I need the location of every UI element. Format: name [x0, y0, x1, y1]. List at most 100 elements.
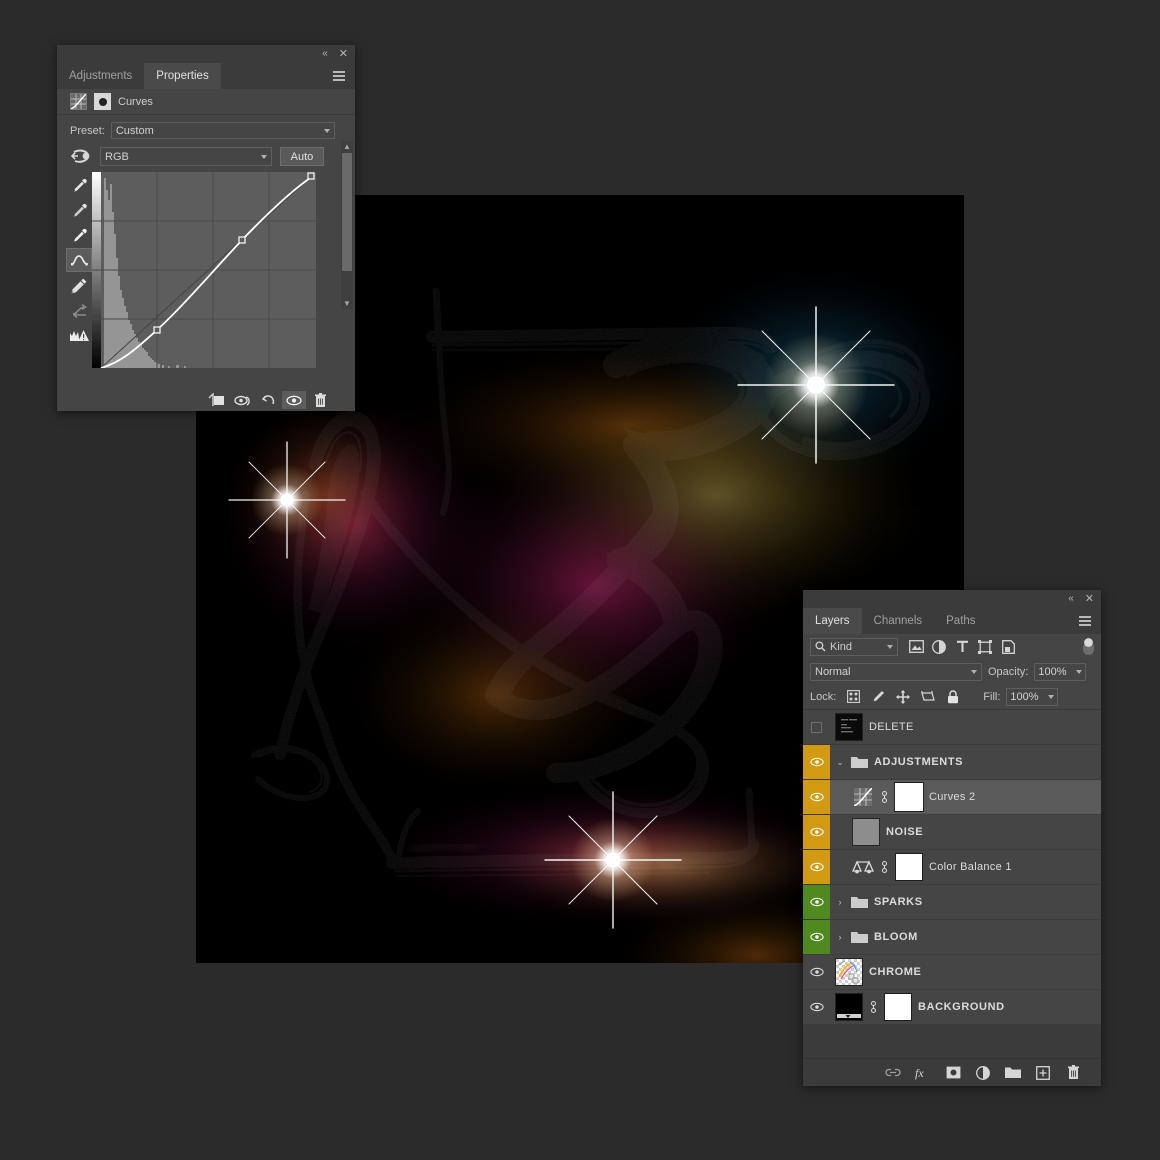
layers-panel-titlebar: « ✕: [803, 590, 1101, 608]
lock-artboard-nesting-icon[interactable]: [920, 689, 936, 705]
properties-scrollbar[interactable]: ▲ ▼: [341, 141, 353, 309]
layer-mask-thumbnail[interactable]: [895, 783, 923, 811]
filter-enable-toggle[interactable]: [1083, 638, 1094, 655]
tab-paths[interactable]: Paths: [934, 608, 987, 634]
new-layer-button[interactable]: [1035, 1065, 1051, 1081]
sample-black-point-eyedropper[interactable]: [66, 173, 92, 197]
delete-layer-button[interactable]: [1065, 1065, 1081, 1081]
eye-icon: [810, 862, 824, 872]
scroll-down-arrow[interactable]: ▼: [341, 299, 353, 308]
group-twisty-expanded[interactable]: ⌄: [835, 757, 845, 768]
filter-kind-select[interactable]: Kind: [810, 638, 898, 656]
add-layer-mask-button[interactable]: [945, 1065, 961, 1081]
pencil-draw-tool[interactable]: [66, 273, 92, 297]
layer-name: BLOOM: [874, 931, 918, 943]
clipping-warning-tool[interactable]: [66, 323, 92, 347]
curves-graph[interactable]: [92, 172, 316, 368]
layer-visibility-toggle[interactable]: [803, 955, 830, 989]
filter-adjustment-layers-icon[interactable]: [931, 639, 947, 655]
scroll-up-arrow[interactable]: ▲: [341, 142, 353, 151]
new-group-button[interactable]: [1005, 1065, 1021, 1081]
curve-point-tool[interactable]: [66, 248, 92, 272]
layer-visibility-toggle[interactable]: [803, 885, 830, 919]
collapse-panel-icon[interactable]: «: [322, 49, 328, 59]
layer-mask-thumbnail[interactable]: [895, 853, 923, 881]
reset-adjustment-button[interactable]: [256, 391, 280, 409]
channel-select[interactable]: RGB: [100, 147, 272, 166]
tab-layers[interactable]: Layers: [803, 608, 862, 634]
layer-thumbnail[interactable]: [835, 958, 863, 986]
layer-content: CHROME: [830, 958, 1101, 986]
toggle-layer-visibility-button[interactable]: [282, 391, 306, 409]
lock-all-icon[interactable]: [945, 689, 961, 705]
layer-style-fx-button[interactable]: fx: [915, 1065, 931, 1081]
layer-thumbnail[interactable]: [835, 713, 863, 741]
filter-shape-layers-icon[interactable]: [977, 639, 993, 655]
blend-mode-select[interactable]: Normal: [810, 663, 982, 681]
layer-content: › SPARKS: [830, 895, 1101, 909]
layer-content: BACKGROUND: [830, 993, 1101, 1021]
group-twisty-collapsed[interactable]: ›: [835, 897, 845, 907]
filter-type-layers-icon[interactable]: [954, 639, 970, 655]
table-row[interactable]: NOISE: [803, 815, 1101, 850]
layer-visibility-toggle[interactable]: [803, 920, 830, 954]
lock-image-pixels-icon[interactable]: [870, 689, 886, 705]
opacity-input[interactable]: 100%: [1034, 663, 1086, 681]
link-mask-icon[interactable]: [880, 859, 889, 875]
table-row[interactable]: CHROME: [803, 955, 1101, 990]
table-row[interactable]: › SPARKS: [803, 885, 1101, 920]
sample-white-point-eyedropper[interactable]: [66, 223, 92, 247]
smooth-curve-tool[interactable]: [66, 298, 92, 322]
tab-adjustments[interactable]: Adjustments: [57, 63, 144, 89]
layers-panel[interactable]: « ✕ Layers Channels Paths Kind: [803, 590, 1101, 1086]
tab-properties[interactable]: Properties: [144, 63, 220, 89]
eye-icon: [810, 1002, 824, 1012]
close-panel-icon[interactable]: ✕: [339, 49, 348, 60]
layer-visibility-toggle[interactable]: [803, 780, 830, 814]
layer-mask-icon: [94, 93, 111, 110]
preset-select[interactable]: Custom: [111, 122, 335, 139]
delete-adjustment-layer-button[interactable]: [308, 391, 332, 409]
layer-visibility-toggle[interactable]: [803, 990, 830, 1024]
table-row[interactable]: Color Balance 1: [803, 850, 1101, 885]
link-layers-button[interactable]: [885, 1065, 901, 1081]
scrollbar-thumb[interactable]: [342, 153, 352, 271]
table-row[interactable]: ⌄ ADJUSTMENTS: [803, 745, 1101, 780]
on-image-adjustment-icon[interactable]: [70, 148, 92, 166]
layer-visibility-toggle[interactable]: [803, 815, 830, 849]
layer-visibility-toggle[interactable]: [803, 710, 830, 744]
fill-input[interactable]: 100%: [1006, 688, 1058, 706]
close-panel-icon[interactable]: ✕: [1085, 594, 1094, 605]
table-row[interactable]: DELETE: [803, 710, 1101, 745]
lock-transparent-pixels-icon[interactable]: [845, 689, 861, 705]
color-balance-adjustment-icon[interactable]: [852, 858, 874, 876]
curves-adjustment-icon[interactable]: [852, 788, 874, 806]
layer-name: ADJUSTMENTS: [874, 756, 963, 768]
layer-thumbnail[interactable]: [835, 993, 863, 1021]
properties-menu-icon[interactable]: [323, 63, 355, 89]
table-row[interactable]: Curves 2: [803, 780, 1101, 815]
link-mask-icon[interactable]: [880, 789, 889, 805]
table-row[interactable]: BACKGROUND: [803, 990, 1101, 1025]
properties-panel[interactable]: « ✕ Adjustments Properties: [57, 45, 355, 411]
table-row[interactable]: › BLOOM: [803, 920, 1101, 955]
new-adjustment-layer-button[interactable]: [975, 1065, 991, 1081]
layer-visibility-toggle[interactable]: [803, 850, 830, 884]
sample-gray-point-eyedropper[interactable]: [66, 198, 92, 222]
filter-pixel-layers-icon[interactable]: [908, 639, 924, 655]
link-mask-icon[interactable]: [869, 999, 878, 1015]
tab-channels[interactable]: Channels: [862, 608, 935, 634]
collapse-panel-icon[interactable]: «: [1068, 594, 1074, 604]
view-previous-state-button[interactable]: [230, 391, 254, 409]
layer-visibility-toggle[interactable]: [803, 745, 830, 779]
clip-to-layer-button[interactable]: [204, 391, 228, 409]
auto-button[interactable]: Auto: [280, 147, 324, 166]
layers-menu-icon[interactable]: [1069, 608, 1101, 634]
filter-smart-object-icon[interactable]: [1000, 639, 1016, 655]
group-twisty-collapsed[interactable]: ›: [835, 932, 845, 942]
lock-position-icon[interactable]: [895, 689, 911, 705]
layer-mask-thumbnail[interactable]: [884, 993, 912, 1021]
channel-value: RGB: [105, 151, 129, 163]
layer-thumbnail[interactable]: [852, 818, 880, 846]
chevron-down-icon: [971, 670, 977, 674]
